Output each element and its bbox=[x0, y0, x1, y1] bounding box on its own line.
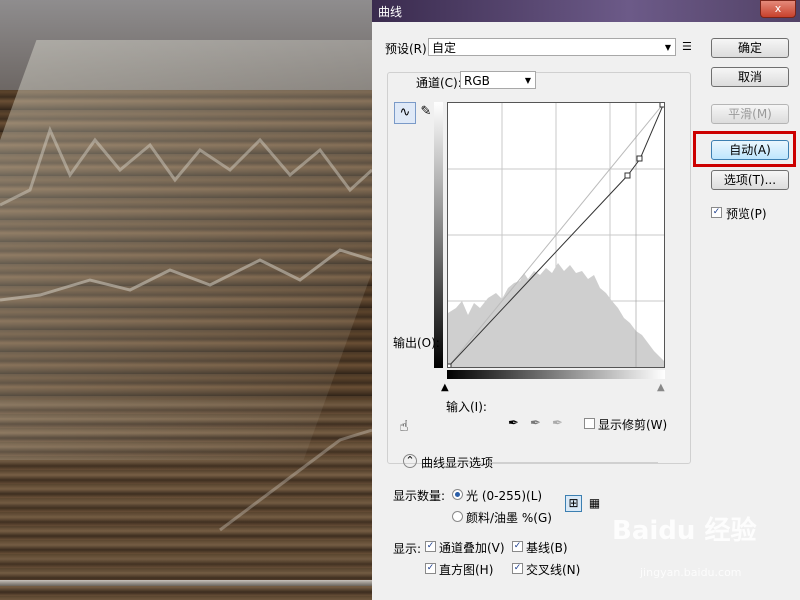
channel-overlays-checkbox[interactable]: ✓ bbox=[425, 541, 436, 552]
smooth-button[interactable]: 平滑(M) bbox=[711, 104, 789, 124]
black-point-slider[interactable]: ▲ bbox=[441, 382, 449, 393]
channel-overlays-label: 通道叠加(V) bbox=[439, 541, 505, 555]
histogram-label: 直方图(H) bbox=[439, 563, 494, 577]
curve-point[interactable] bbox=[636, 155, 643, 162]
baseline-checkbox[interactable]: ✓ bbox=[512, 541, 523, 552]
chevron-down-icon: ▼ bbox=[524, 76, 531, 85]
output-gradient-bar bbox=[434, 102, 443, 368]
grid-4x4-button[interactable]: ⊞ bbox=[565, 495, 582, 512]
gray-eyedropper-icon[interactable]: ✒ bbox=[530, 416, 541, 431]
grid-10x10-button[interactable]: ▦ bbox=[586, 495, 603, 512]
hand-adjust-icon[interactable]: ☝ bbox=[394, 416, 414, 436]
pigment-label: 颜料/油墨 %(G) bbox=[466, 511, 552, 525]
background-photo bbox=[0, 0, 372, 600]
ok-button[interactable]: 确定 bbox=[711, 38, 789, 58]
light-radio[interactable] bbox=[452, 489, 463, 500]
show-label: 显示: bbox=[393, 542, 422, 556]
channel-value: RGB bbox=[464, 74, 490, 88]
frame-bottom-bar bbox=[0, 580, 372, 586]
curve-point[interactable] bbox=[624, 172, 631, 179]
mountain-sketch bbox=[0, 125, 372, 532]
channel-dropdown[interactable]: RGB ▼ bbox=[460, 71, 536, 89]
channel-label: 通道(C): bbox=[414, 74, 464, 91]
curve-graph[interactable] bbox=[447, 102, 665, 368]
black-eyedropper-icon[interactable]: ✒ bbox=[508, 416, 519, 431]
histogram-fill bbox=[448, 263, 664, 367]
baseline-label: 基线(B) bbox=[526, 541, 568, 555]
curve-point-tool-icon[interactable]: ∿ bbox=[394, 102, 416, 124]
light-label: 光 (0-255)(L) bbox=[466, 489, 543, 503]
title-bar: 曲线 x bbox=[372, 0, 800, 22]
window-title: 曲线 bbox=[378, 5, 403, 19]
preset-label: 预设(R): bbox=[385, 42, 431, 56]
preview-checkbox[interactable]: ✓ bbox=[711, 207, 722, 218]
show-amount-label: 显示数量: bbox=[393, 489, 446, 503]
watermark-url: jingyan.baidu.com bbox=[640, 566, 742, 579]
show-clipping-label: 显示修剪(W) bbox=[598, 418, 668, 432]
highlight-box bbox=[693, 131, 796, 167]
white-point-slider[interactable]: ▲ bbox=[657, 382, 665, 393]
chevron-down-icon: ▼ bbox=[664, 43, 671, 52]
curve-graph-svg bbox=[448, 103, 664, 367]
histogram-checkbox[interactable]: ✓ bbox=[425, 563, 436, 574]
collapse-icon[interactable]: ⌃ bbox=[403, 454, 417, 468]
intersection-line-checkbox[interactable]: ✓ bbox=[512, 563, 523, 574]
preset-value: 自定 bbox=[432, 41, 457, 55]
curve-point[interactable] bbox=[448, 363, 452, 367]
baidu-watermark: Baidu 经验 bbox=[612, 516, 757, 546]
pigment-radio[interactable] bbox=[452, 511, 463, 522]
display-options-toggle[interactable]: 曲线显示选项 bbox=[421, 454, 493, 471]
input-gradient-bar bbox=[447, 370, 665, 379]
pencil-icon[interactable]: ✎ bbox=[416, 102, 436, 122]
curve-point[interactable] bbox=[659, 103, 664, 108]
white-eyedropper-icon[interactable]: ✒ bbox=[552, 416, 563, 431]
input-label: 输入(I): bbox=[446, 400, 487, 414]
preview-label: 预览(P) bbox=[726, 207, 767, 221]
close-button[interactable]: x bbox=[760, 0, 796, 18]
options-button[interactable]: 选项(T)... bbox=[711, 170, 789, 190]
show-clipping-checkbox[interactable] bbox=[584, 418, 595, 429]
cancel-button[interactable]: 取消 bbox=[711, 67, 789, 87]
list-menu-icon[interactable]: ☰ bbox=[682, 40, 692, 53]
intersection-line-label: 交叉线(N) bbox=[526, 563, 581, 577]
output-label: 输出(O): bbox=[393, 336, 440, 350]
divider bbox=[490, 462, 658, 463]
preset-dropdown[interactable]: 自定 ▼ bbox=[428, 38, 676, 56]
